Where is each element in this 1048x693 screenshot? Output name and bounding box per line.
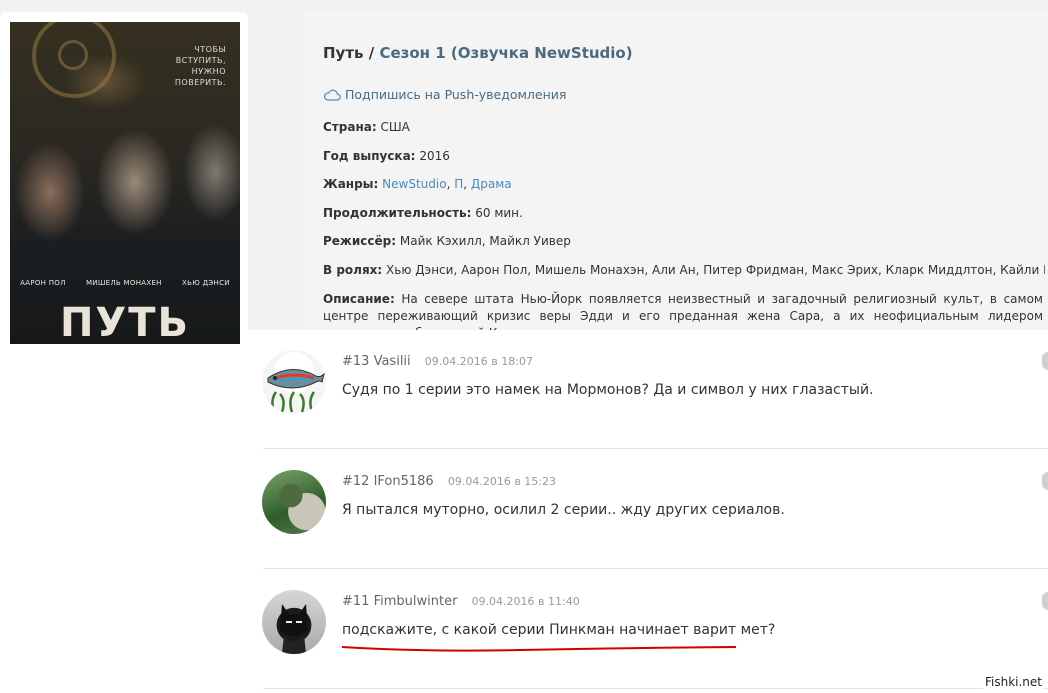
eye-emblem-icon [32, 22, 116, 98]
cast-value: Хью Дэнси, Аарон Пол, Мишель Монахэн, Ал… [386, 262, 1045, 277]
comment-date: 09.04.2016 в 11:40 [471, 595, 580, 608]
comment-text: Я пытался муторно, осилил 2 серии.. жду … [342, 502, 785, 518]
genre-link[interactable]: П [454, 177, 463, 191]
director-row: Режиссёр: Майк Кэхилл, Майкл Уивер [323, 234, 1045, 263]
description-label: Описание: [323, 292, 395, 306]
comment-author[interactable]: Vasilii [374, 354, 411, 369]
comment-author[interactable]: Fimbulwinter [374, 594, 458, 609]
comment-item: #11 Fimbulwinter 09.04.2016 в 11:40 подс… [248, 570, 1048, 690]
poster-tagline: ЧТОБЫ ВСТУПИТЬ, НУЖНО ПОВЕРИТЬ. [174, 45, 226, 87]
details-list: Страна: США Год выпуска: 2016 Жанры: New… [323, 120, 1045, 342]
country-row: Страна: США [323, 120, 1045, 149]
year-value: 2016 [419, 148, 450, 163]
fish-avatar-icon [267, 369, 325, 413]
country-value: США [380, 120, 410, 134]
duration-row: Продолжительность: 60 мин. [323, 206, 1045, 235]
poster-actors: ААРОН ПОЛ МИШЕЛЬ МОНАХЕН ХЬЮ ДЭНСИ [10, 279, 240, 287]
duration-label: Продолжительность: [323, 205, 472, 220]
comment-action-button[interactable] [1042, 592, 1048, 610]
year-row: Год выпуска: 2016 [323, 149, 1045, 178]
avatar[interactable] [262, 590, 326, 654]
comment-meta: #12 IFon5186 09.04.2016 в 15:23 [342, 474, 556, 489]
push-subscribe-label: Подпишись на Push-уведомления [345, 87, 567, 102]
comment-author[interactable]: IFon5186 [374, 474, 434, 489]
poster-actor: МИШЕЛЬ МОНАХЕН [85, 279, 162, 287]
comment-date: 09.04.2016 в 15:23 [447, 475, 557, 488]
genre-link[interactable]: NewStudio [382, 177, 446, 191]
poster-actor: ХЬЮ ДЭНСИ [182, 279, 230, 287]
comment-action-button[interactable] [1042, 472, 1048, 490]
comment-separator [263, 568, 1048, 569]
cast-row: В ролях: Хью Дэнси, Аарон Пол, Мишель Мо… [323, 263, 1045, 292]
comment-separator [263, 448, 1048, 449]
comment-action-button[interactable] [1042, 352, 1048, 370]
comment-number[interactable]: #11 [342, 594, 369, 609]
comment-item: #13 Vasilii 09.04.2016 в 18:07 Судя по 1… [248, 330, 1048, 450]
poster-title: ПУТЬ [59, 300, 191, 344]
info-panel: Путь / Сезон 1 (Озвучка NewStudio) Подпи… [304, 12, 1048, 340]
director-label: Режиссёр: [323, 234, 397, 248]
director-value: Майк Кэхилл, Майкл Уивер [399, 234, 571, 248]
avatar[interactable] [262, 470, 326, 534]
avatar[interactable] [262, 350, 326, 414]
genres-label: Жанры: [323, 177, 379, 191]
title-season-link[interactable]: Сезон 1 (Озвучка NewStudio) [379, 44, 632, 62]
push-subscribe-link[interactable]: Подпишись на Push-уведомления [323, 87, 566, 102]
title-main: Путь / [323, 44, 380, 62]
poster-actor: ААРОН ПОЛ [20, 279, 66, 287]
comment-meta: #13 Vasilii 09.04.2016 в 18:07 [342, 354, 533, 369]
cloud-icon [324, 89, 341, 101]
comment-item: #12 IFon5186 09.04.2016 в 15:23 Я пыталс… [248, 450, 1048, 570]
comment-text: Судя по 1 серии это намек на Мормонов? Д… [342, 382, 874, 398]
comments-list: #13 Vasilii 09.04.2016 в 18:07 Судя по 1… [248, 330, 1048, 693]
comment-date: 09.04.2016 в 18:07 [424, 355, 533, 368]
comment-separator [263, 688, 1048, 689]
red-underline-annotation [341, 646, 737, 652]
cast-label: В ролях: [323, 262, 383, 277]
poster-image[interactable]: ЧТОБЫ ВСТУПИТЬ, НУЖНО ПОВЕРИТЬ. ААРОН ПО… [10, 22, 240, 344]
genre-link[interactable]: Драма [471, 177, 512, 191]
comment-number[interactable]: #12 [342, 474, 369, 489]
duration-value: 60 мин. [475, 205, 523, 220]
comment-number[interactable]: #13 [342, 354, 369, 369]
comment-text: подскажите, с какой серии Пинкман начина… [342, 622, 776, 638]
comment-meta: #11 Fimbulwinter 09.04.2016 в 11:40 [342, 594, 580, 609]
page-title: Путь / Сезон 1 (Озвучка NewStudio) [323, 44, 633, 62]
country-label: Страна: [323, 120, 377, 134]
year-label: Год выпуска: [323, 148, 416, 163]
batman-avatar-icon [280, 604, 308, 654]
poster-card: ЧТОБЫ ВСТУПИТЬ, НУЖНО ПОВЕРИТЬ. ААРОН ПО… [0, 12, 248, 693]
watermark: Fishki.net [982, 675, 1044, 689]
genres-row: Жанры: NewStudio, П, Драма [323, 177, 512, 191]
